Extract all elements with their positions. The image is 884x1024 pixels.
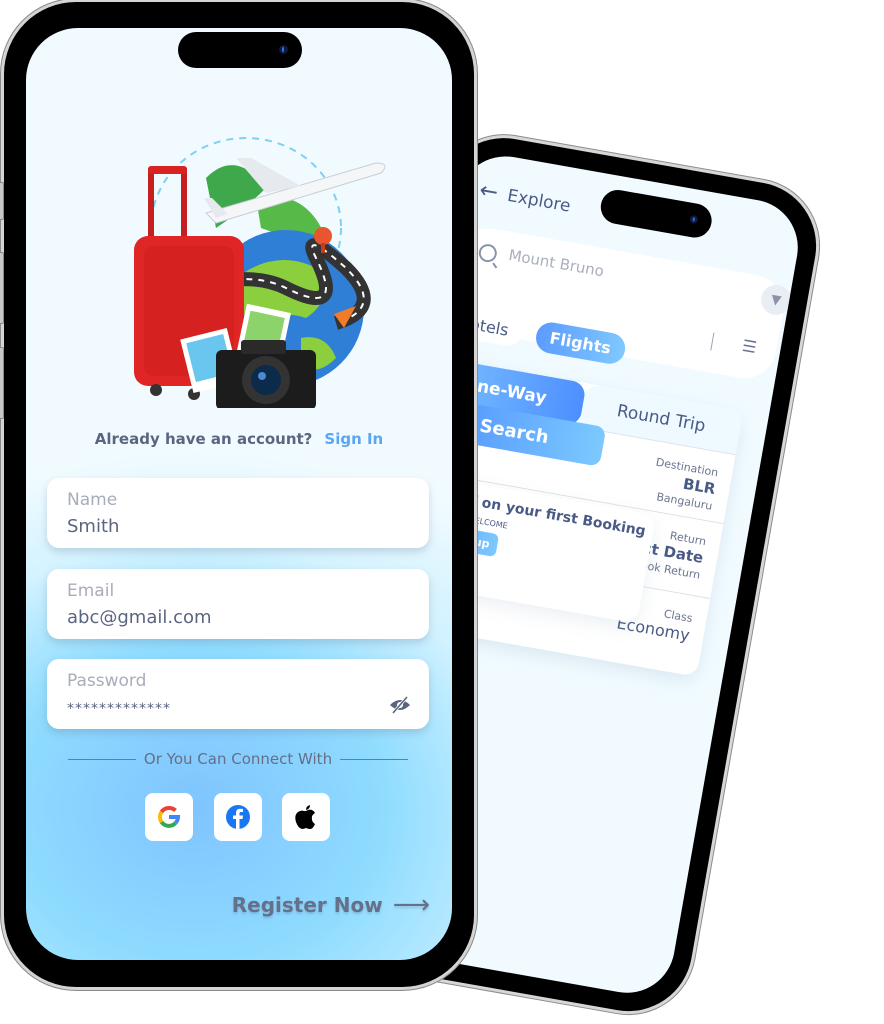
facebook-button[interactable] — [214, 793, 262, 841]
sliders-icon[interactable]: ☰ — [741, 336, 758, 357]
google-button[interactable] — [145, 793, 193, 841]
camera-illustration — [216, 340, 316, 408]
explore-header: ← Explore — [477, 178, 572, 219]
search-icon — [477, 242, 499, 264]
page-title: Explore — [505, 185, 573, 217]
sign-in-link[interactable]: Sign In — [324, 430, 383, 448]
facebook-icon — [226, 805, 250, 829]
name-label: Name — [67, 490, 118, 510]
arrow-left-icon[interactable]: ← — [477, 178, 499, 206]
camera-icon — [279, 45, 288, 54]
search-input[interactable]: Mount Bruno — [507, 246, 605, 280]
email-input[interactable]: abc@gmail.com — [67, 607, 212, 628]
apple-icon — [295, 805, 315, 829]
volume-up-button — [0, 252, 4, 324]
apple-button[interactable] — [282, 793, 330, 841]
volume-down-button — [0, 347, 4, 419]
divider-line — [68, 758, 136, 760]
password-label: Password — [67, 671, 147, 691]
connect-with-text: Or You Can Connect With — [143, 750, 333, 768]
travel-illustration — [134, 137, 386, 408]
email-field[interactable]: Email abc@gmail.com — [47, 569, 429, 639]
divider-line — [340, 758, 408, 760]
register-screen: Already have an account? Sign In Name Smi… — [26, 28, 452, 960]
arrow-right-icon: ⟶ — [392, 890, 430, 920]
eye-off-icon[interactable] — [389, 695, 411, 715]
dynamic-island — [178, 32, 302, 68]
side-button — [0, 182, 4, 220]
camera-icon — [689, 214, 699, 225]
name-input[interactable]: Smith — [67, 516, 119, 537]
register-label: Register Now — [231, 893, 383, 917]
register-phone: Already have an account? Sign In Name Smi… — [0, 2, 474, 987]
connect-divider: Or You Can Connect With — [68, 750, 408, 768]
register-now-button[interactable]: Register Now ⟶ — [232, 890, 430, 920]
password-input[interactable]: ************* — [67, 701, 171, 717]
divider — [710, 332, 715, 351]
name-field[interactable]: Name Smith — [47, 478, 429, 548]
dynamic-island — [598, 187, 715, 241]
destination-field[interactable]: Destination BLR Bangaluru — [649, 456, 719, 514]
password-field[interactable]: Password ************* — [47, 659, 429, 729]
google-icon — [158, 805, 181, 828]
already-account-text: Already have an account? — [94, 430, 313, 448]
signin-prompt: Already have an account? Sign In — [26, 430, 452, 448]
email-label: Email — [67, 581, 115, 601]
